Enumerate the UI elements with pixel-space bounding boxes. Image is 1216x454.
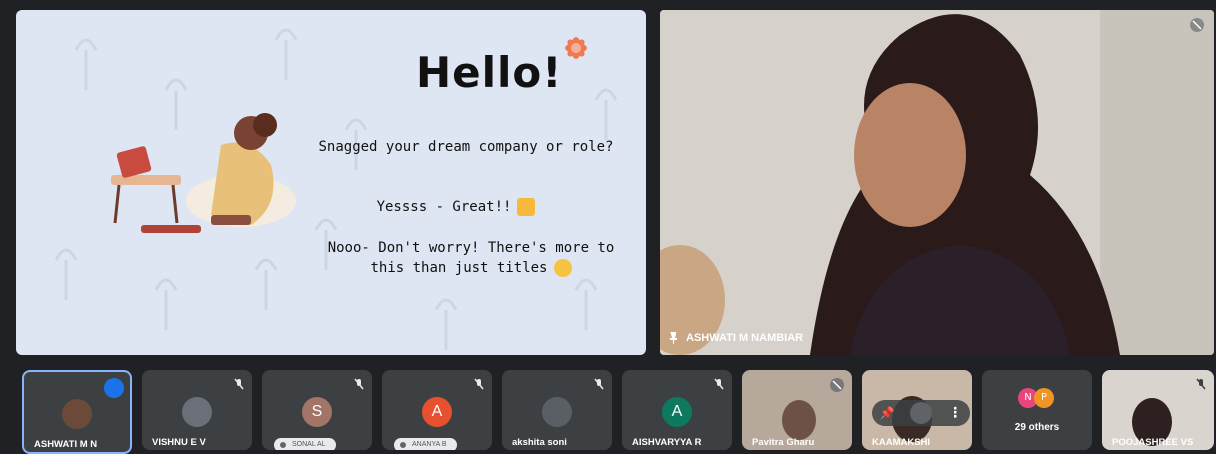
sunglasses-emoji-icon <box>553 259 572 277</box>
slide-title: Hello! <box>416 48 563 97</box>
speaker-name-text: ASHWATI M NAMBIAR <box>686 332 804 344</box>
slide-line-yes-text: Yessss - Great!! <box>376 199 512 215</box>
avatar <box>182 397 212 427</box>
shared-slide: Hello! Snagged your dream company or rol… <box>16 10 646 355</box>
avatar: A <box>662 397 692 427</box>
participant-tile[interactable]: A ANANYA B <box>382 370 492 450</box>
avatar: P <box>1034 388 1054 408</box>
participant-video <box>782 400 816 440</box>
participant-name: akshita soni <box>512 437 567 448</box>
party-emoji-icon <box>517 198 536 216</box>
participant-tile[interactable]: Pavitra Gharu <box>742 370 852 450</box>
participant-name-pill: ANANYA B <box>394 438 457 450</box>
slide-line-yes: Yessss - Great!! <box>346 198 566 216</box>
participant-tile[interactable]: 📌 ⋮ KAAMAKSHI <box>862 370 972 450</box>
speaker-video-frame <box>660 10 1214 355</box>
pin-icon[interactable]: 📌 <box>880 406 895 420</box>
participant-name: VISHNU E V <box>152 437 206 448</box>
mic-muted-icon <box>830 378 844 392</box>
speaker-video[interactable]: ASHWATI M NAMBIAR <box>660 10 1214 355</box>
participant-name: ASHWATI M N <box>34 439 98 450</box>
mute-icon[interactable] <box>910 402 933 424</box>
slide-line-no: Nooo- Don't worry! There's more to this … <box>311 238 631 278</box>
participant-tile[interactable]: VISHNU E V <box>142 370 252 450</box>
participant-name: AISHVARYYA R <box>632 437 702 448</box>
avatar: S <box>302 397 332 427</box>
mic-muted-icon <box>234 378 244 390</box>
reading-woman-illustration <box>111 113 296 233</box>
participant-tile[interactable]: akshita soni <box>502 370 612 450</box>
tile-hover-controls: 📌 ⋮ <box>872 400 970 426</box>
speaking-icon <box>104 378 124 398</box>
mic-muted-icon <box>1196 378 1206 390</box>
pin-icon[interactable] <box>668 331 678 345</box>
speaker-name-label: ASHWATI M NAMBIAR <box>668 331 803 345</box>
participant-tile[interactable]: S SONAL AL <box>262 370 372 450</box>
participant-tile[interactable]: ASHWATI M N <box>22 370 132 454</box>
participant-name: POOJASHREE VS <box>1112 437 1194 448</box>
avatar <box>62 399 92 429</box>
flower-icon <box>565 37 587 59</box>
participant-tile[interactable]: A AISHVARYYA R <box>622 370 732 450</box>
mic-muted-icon <box>714 378 724 390</box>
others-tile[interactable]: N P 29 others <box>982 370 1092 450</box>
others-count: 29 others <box>1014 422 1060 433</box>
mic-muted-icon <box>474 378 484 390</box>
mic-muted-icon <box>594 378 604 390</box>
participant-tile[interactable]: POOJASHREE VS <box>1102 370 1214 450</box>
more-options-icon[interactable]: ⋮ <box>948 405 962 421</box>
avatar <box>542 397 572 427</box>
avatar: A <box>422 397 452 427</box>
participant-name-pill: SONAL AL <box>274 438 336 450</box>
mic-muted-icon <box>354 378 364 390</box>
slide-line-question: Snagged your dream company or role? <box>318 139 614 155</box>
participant-name: Pavitra Gharu <box>752 437 815 448</box>
mic-muted-icon <box>1190 18 1204 32</box>
participant-name: KAAMAKSHI <box>872 437 931 448</box>
